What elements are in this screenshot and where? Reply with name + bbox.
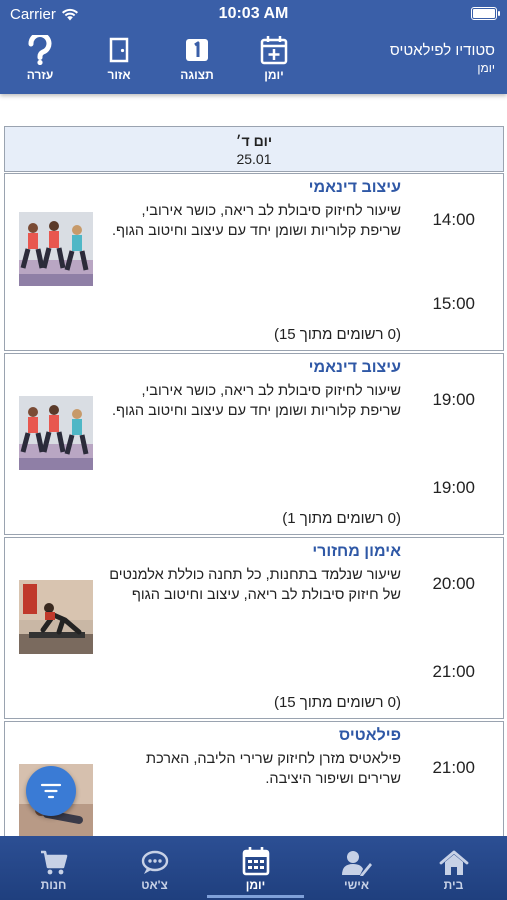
area-button[interactable]: אזור — [91, 34, 147, 86]
class-card[interactable]: עיצוב דינאמי שיעור לחיזוק סיבולת לב ריאה… — [4, 173, 504, 351]
class-title: פילאטיס — [338, 727, 401, 744]
class-thumbnail — [19, 212, 93, 286]
tab-diary[interactable]: יומן — [205, 836, 306, 900]
cart-icon — [40, 850, 67, 875]
schedule-list[interactable]: יום ד׳ 25.01 עיצוב דינאמי שיעור לחיזוק ס… — [4, 126, 504, 836]
app-title-block: סטודיו לפילאטיס יומן — [390, 42, 495, 75]
area-label: אזור — [107, 68, 131, 82]
class-start-time: 14:00 — [432, 210, 475, 229]
class-thumbnail — [19, 396, 93, 470]
class-thumbnail — [19, 580, 93, 654]
tab-home[interactable]: בית — [403, 836, 504, 900]
class-title: עיצוב דינאמי — [308, 179, 401, 196]
class-end-time: 21:00 — [432, 662, 475, 681]
home-icon — [439, 850, 468, 875]
class-registration: (0 רשומים מתוך 15) — [273, 326, 401, 343]
class-card[interactable]: אימון מחזורי שיעור שנלמד בתחנות, כל תחנה… — [4, 537, 504, 719]
status-bar: Carrier 10:03 AM — [0, 0, 507, 28]
diary-label: יומן — [264, 68, 284, 82]
door-icon — [109, 37, 129, 63]
class-end-time: 15:00 — [432, 294, 475, 313]
class-start-time: 20:00 — [432, 574, 475, 593]
tab-chat[interactable]: צ'אט — [104, 836, 205, 900]
help-button[interactable]: עזרה — [12, 34, 68, 86]
tab-personal[interactable]: אישי — [306, 836, 407, 900]
tab-home-label: בית — [443, 878, 464, 892]
class-registration: (0 רשומים מתוך 1) — [282, 510, 401, 527]
class-description: שיעור שנלמד בתחנות, כל תחנה כוללת אלמנטי… — [109, 567, 401, 603]
app-title: סטודיו לפילאטיס — [389, 42, 495, 59]
tab-shop[interactable]: חנות — [3, 836, 104, 900]
class-title: אימון מחזורי — [312, 543, 401, 560]
tab-shop-label: חנות — [40, 878, 67, 892]
tab-diary-label: יומן — [245, 878, 266, 892]
class-description: שיעור לחיזוק סיבולת לב ריאה, כושר אירובי… — [111, 383, 401, 419]
class-end-time: 19:00 — [432, 478, 475, 497]
day-name: יום ד׳ — [235, 133, 273, 149]
calendar-plus-icon — [260, 36, 288, 65]
diary-button[interactable]: יומן — [246, 34, 302, 86]
day-1-icon — [186, 39, 208, 61]
class-description: שיעור לחיזוק סיבולת לב ריאה, כושר אירובי… — [111, 203, 401, 239]
class-card[interactable]: עיצוב דינאמי שיעור לחיזוק סיבולת לב ריאה… — [4, 353, 504, 535]
user-edit-icon — [341, 851, 372, 876]
class-start-time: 21:00 — [432, 758, 475, 777]
battery-icon — [471, 7, 500, 20]
class-start-time: 19:00 — [432, 390, 475, 409]
class-title: עיצוב דינאמי — [308, 359, 401, 376]
help-label: עזרה — [26, 68, 54, 82]
class-description: פילאטיס מזרן לחיזוק שרירי הליבה, הארכת ש… — [146, 751, 401, 787]
tab-bar: חנות צ'אט יומן אישי בית — [0, 836, 507, 900]
class-registration: (0 רשומים מתוך 15) — [273, 694, 401, 711]
active-tab-indicator — [207, 895, 304, 898]
view-label: תצוגה — [180, 68, 214, 82]
app-subtitle: יומן — [477, 61, 495, 75]
status-time: 10:03 AM — [218, 5, 289, 22]
view-button[interactable]: תצוגה — [169, 34, 225, 86]
top-bar: Carrier 10:03 AM עזרה אזור תצוגה יומן סט… — [0, 0, 507, 94]
day-date: 25.01 — [236, 151, 272, 167]
class-card[interactable]: פילאטיס פילאטיס מזרן לחיזוק שרירי הליבה,… — [4, 721, 504, 836]
filter-icon — [40, 783, 62, 799]
app-screen: Carrier 10:03 AM עזרה אזור תצוגה יומן סט… — [0, 0, 507, 900]
day-header: יום ד׳ 25.01 — [4, 126, 504, 172]
tab-chat-label: צ'אט — [141, 878, 168, 892]
filter-button[interactable] — [26, 766, 76, 816]
chat-icon — [141, 850, 168, 874]
tab-personal-label: אישי — [343, 878, 370, 892]
calendar-icon — [242, 847, 269, 876]
question-icon — [28, 35, 52, 65]
